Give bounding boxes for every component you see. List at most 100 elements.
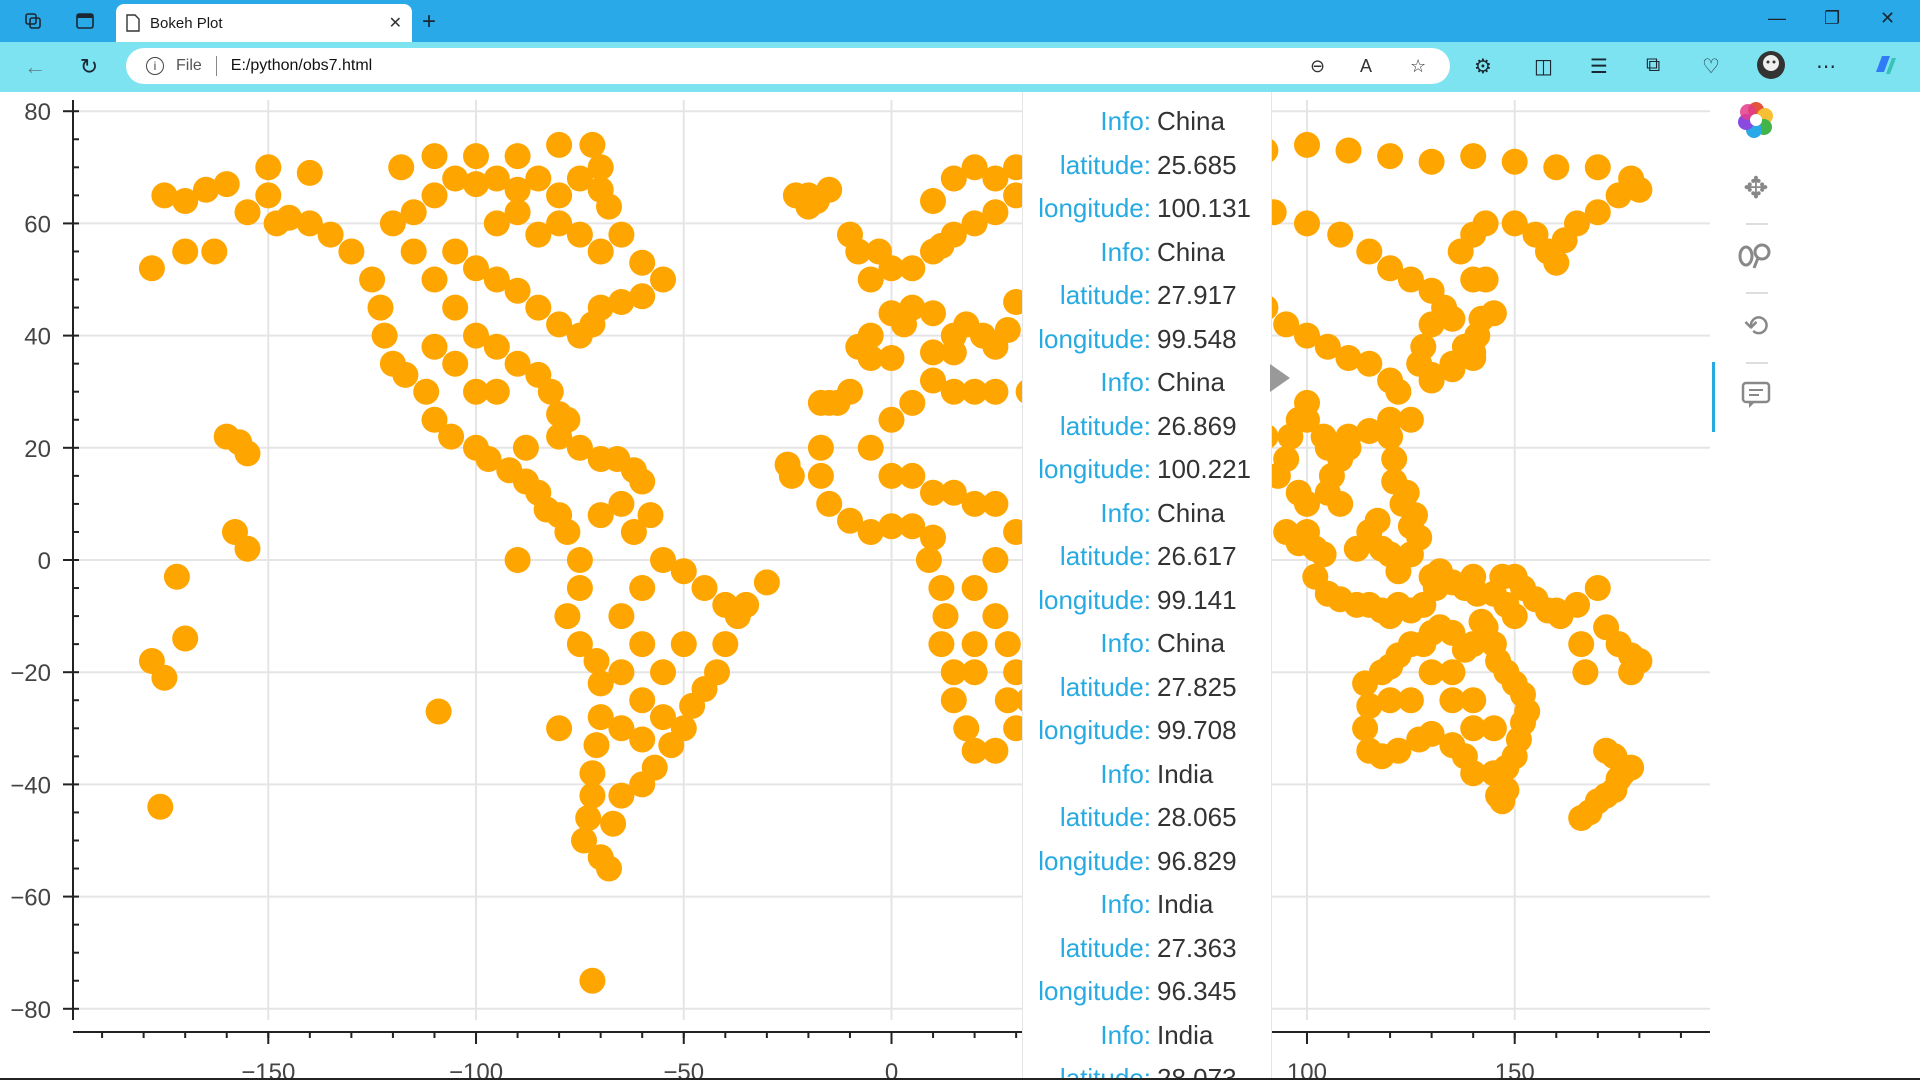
data-point[interactable]: [1402, 502, 1428, 529]
data-point[interactable]: [463, 143, 489, 170]
data-point[interactable]: [546, 131, 573, 158]
data-point[interactable]: [512, 434, 539, 461]
data-point[interactable]: [587, 154, 614, 181]
tab-actions-icon[interactable]: [68, 6, 102, 36]
data-point[interactable]: [608, 659, 635, 686]
data-point[interactable]: [1352, 715, 1379, 742]
copilot-icon[interactable]: [1870, 50, 1900, 86]
data-point[interactable]: [1439, 687, 1466, 714]
data-point[interactable]: [928, 631, 955, 658]
favorites-icon[interactable]: ☰: [1590, 54, 1608, 79]
data-point[interactable]: [1460, 563, 1487, 590]
data-point[interactable]: [554, 406, 581, 433]
data-point[interactable]: [816, 490, 843, 517]
profile-avatar-icon[interactable]: [1756, 50, 1786, 86]
data-point[interactable]: [1451, 333, 1478, 360]
data-point[interactable]: [147, 793, 174, 820]
info-icon[interactable]: i: [146, 57, 164, 75]
data-point[interactable]: [920, 300, 946, 327]
data-point[interactable]: [1543, 597, 1570, 624]
data-point[interactable]: [213, 171, 240, 198]
data-point[interactable]: [1472, 210, 1499, 237]
data-point[interactable]: [425, 698, 452, 725]
data-point[interactable]: [608, 490, 635, 517]
data-point[interactable]: [1501, 603, 1528, 630]
data-point[interactable]: [1406, 524, 1433, 551]
data-point[interactable]: [413, 378, 440, 405]
data-point[interactable]: [878, 345, 905, 371]
data-point[interactable]: [1377, 143, 1404, 170]
data-point[interactable]: [807, 462, 834, 489]
collections-icon[interactable]: ⧉: [1646, 54, 1660, 77]
refresh-button[interactable]: ↻: [74, 52, 104, 82]
data-point[interactable]: [1356, 350, 1383, 377]
data-point[interactable]: [1294, 131, 1320, 158]
data-point[interactable]: [579, 967, 606, 994]
data-point[interactable]: [1472, 266, 1499, 293]
data-point[interactable]: [537, 378, 564, 405]
data-point[interactable]: [463, 378, 489, 405]
pan-tool-icon[interactable]: ✥: [1736, 168, 1776, 208]
reset-tool-icon[interactable]: ⟲: [1736, 306, 1776, 346]
data-point[interactable]: [629, 726, 656, 753]
data-point[interactable]: [1377, 687, 1404, 714]
data-point[interactable]: [596, 193, 622, 220]
data-point[interactable]: [575, 805, 602, 831]
data-point[interactable]: [891, 311, 917, 338]
data-point[interactable]: [1493, 777, 1520, 803]
hover-tool-icon[interactable]: [1736, 375, 1776, 415]
data-point[interactable]: [213, 423, 240, 450]
read-aloud-icon[interactable]: A: [1360, 56, 1372, 77]
data-point[interactable]: [1568, 631, 1595, 658]
close-tab-icon[interactable]: ✕: [389, 13, 402, 33]
data-point[interactable]: [1468, 608, 1495, 635]
minimize-button[interactable]: —: [1768, 8, 1786, 29]
data-point[interactable]: [359, 266, 386, 293]
data-point[interactable]: [1393, 479, 1420, 506]
data-point[interactable]: [579, 760, 606, 787]
data-point[interactable]: [650, 704, 676, 731]
data-point[interactable]: [554, 603, 581, 630]
data-point[interactable]: [1584, 199, 1611, 226]
data-point[interactable]: [961, 631, 988, 658]
data-point[interactable]: [807, 389, 834, 416]
data-point[interactable]: [554, 519, 581, 545]
data-point[interactable]: [317, 221, 344, 248]
data-point[interactable]: [1377, 423, 1404, 450]
data-point[interactable]: [982, 603, 1009, 630]
data-point[interactable]: [163, 563, 190, 590]
data-point[interactable]: [1572, 659, 1599, 686]
data-point[interactable]: [442, 238, 469, 265]
data-point[interactable]: [753, 569, 780, 596]
new-tab-button[interactable]: +: [422, 8, 436, 36]
data-point[interactable]: [620, 457, 647, 484]
data-point[interactable]: [566, 575, 593, 601]
data-point[interactable]: [774, 451, 801, 478]
data-point[interactable]: [400, 199, 427, 226]
data-point[interactable]: [629, 631, 656, 658]
data-point[interactable]: [442, 294, 469, 321]
data-point[interactable]: [1310, 423, 1337, 450]
data-point[interactable]: [899, 462, 926, 489]
data-point[interactable]: [637, 502, 664, 529]
data-point[interactable]: [388, 154, 415, 181]
data-point[interactable]: [525, 294, 552, 321]
data-point[interactable]: [151, 664, 178, 691]
data-point[interactable]: [1584, 154, 1611, 181]
data-point[interactable]: [940, 687, 967, 714]
data-point[interactable]: [650, 266, 676, 293]
data-point[interactable]: [1364, 507, 1391, 534]
data-point[interactable]: [608, 782, 635, 809]
data-point[interactable]: [201, 238, 228, 265]
data-point[interactable]: [504, 199, 531, 226]
data-point[interactable]: [421, 182, 448, 209]
data-point[interactable]: [1335, 434, 1362, 461]
data-point[interactable]: [679, 692, 706, 719]
data-point[interactable]: [1397, 406, 1424, 433]
data-point[interactable]: [920, 188, 946, 214]
restore-button[interactable]: ❐: [1824, 8, 1840, 29]
data-point[interactable]: [234, 535, 261, 562]
data-point[interactable]: [691, 575, 718, 601]
extensions-icon[interactable]: ⚙: [1474, 54, 1492, 79]
data-point[interactable]: [172, 238, 199, 265]
